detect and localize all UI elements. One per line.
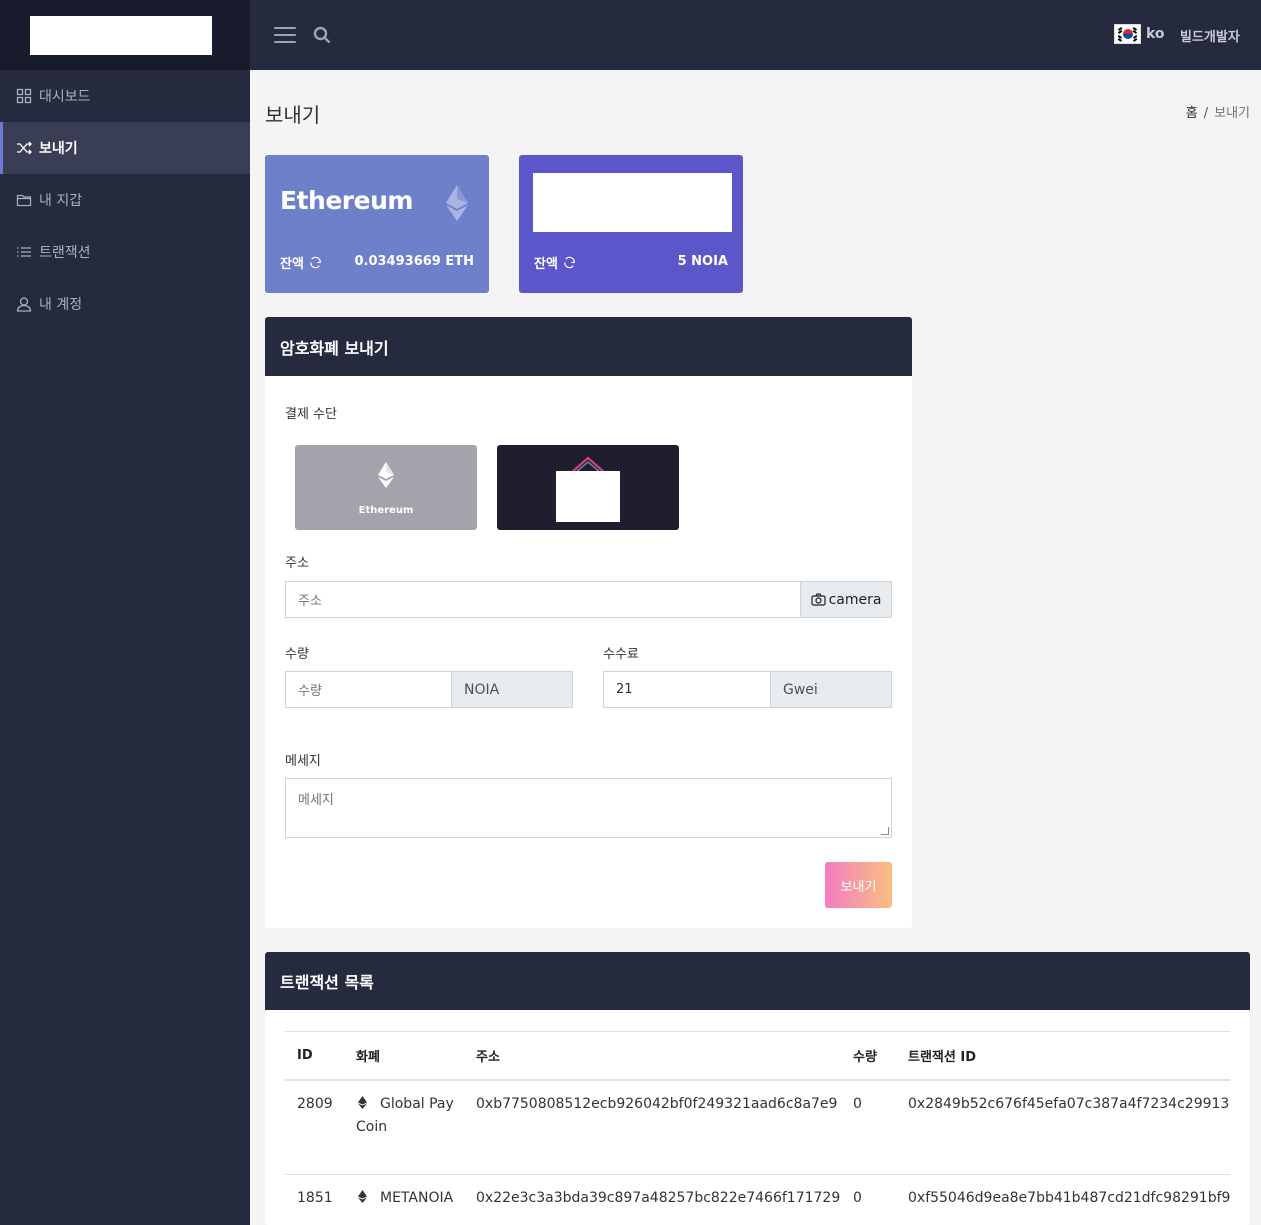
send-button[interactable]: 보내기 (825, 862, 892, 908)
cell-amount: 0 (841, 1079, 896, 1175)
ethereum-icon (446, 185, 468, 221)
sidebar-item-send[interactable]: 보내기 (0, 122, 250, 174)
cell-address: 0x22e3c3a3bda39c897a48257bc822e7466f1717… (464, 1174, 841, 1225)
breadcrumb-current: 보내기 (1214, 106, 1250, 121)
folder-icon (16, 192, 32, 208)
logo-area (0, 0, 250, 70)
sidebar-item-account[interactable]: 내 계정 (0, 278, 250, 330)
coin-name: METANOIA (380, 1190, 454, 1206)
sidebar-item-dashboard[interactable]: 대시보드 (0, 70, 250, 122)
message-textarea[interactable]: 메세지 (285, 778, 892, 838)
coin-name: Global Pay Coin (356, 1095, 454, 1135)
message-placeholder: 메세지 (298, 793, 334, 808)
balance-label: 잔액 (534, 253, 576, 272)
coin-name: Ethereum (280, 186, 413, 215)
cell-id: 2809 (285, 1079, 344, 1175)
amount-unit: NOIA (451, 671, 573, 708)
camera-button[interactable]: camera (800, 581, 892, 618)
noia-logo (533, 173, 732, 232)
address-label: 주소 (285, 556, 309, 571)
korea-flag-icon (1114, 24, 1141, 44)
balance-label-text: 잔액 (534, 257, 558, 272)
fee-input[interactable]: 21 (603, 671, 771, 708)
sidebar-item-label: 대시보드 (39, 89, 91, 105)
cell-txid[interactable]: 0xf55046d9ea8e7bb41b487cd21dfc98291bf94 (896, 1174, 1230, 1225)
payment-method-eth[interactable]: Ethereum (295, 445, 477, 530)
cell-coin: METANOIA (344, 1174, 464, 1225)
cell-coin: Global Pay Coin (344, 1079, 464, 1175)
ethereum-icon (378, 462, 394, 488)
panel-title: 트랜잭션 목록 (265, 952, 1250, 1010)
camera-label: camera (828, 591, 882, 608)
breadcrumb-home[interactable]: 홈 (1186, 106, 1198, 121)
transactions-table: ID 화폐 주소 수량 트랜잭션 ID 2809 Global Pay Coin… (285, 1031, 1230, 1225)
sidebar-item-label: 보내기 (39, 141, 78, 157)
language-selector[interactable]: ko (1114, 24, 1165, 44)
table-row[interactable]: 1851 METANOIA 0x22e3c3a3bda39c897a48257b… (285, 1174, 1230, 1225)
noia-logo (556, 471, 620, 522)
breadcrumb: 홈 / 보내기 (1185, 106, 1250, 121)
transactions-panel: 트랜잭션 목록 ID 화폐 주소 수량 트랜잭션 ID 2809 Global … (265, 952, 1250, 1225)
page-title: 보내기 (265, 103, 321, 127)
noia-balance-card: 잔액 5 NOIA (519, 155, 743, 293)
balance-value: 5 NOIA (677, 254, 728, 269)
ethereum-icon (358, 1095, 367, 1109)
col-amount[interactable]: 수량 (841, 1031, 896, 1081)
method-name: Ethereum (358, 505, 414, 516)
col-coin[interactable]: 화폐 (344, 1031, 464, 1081)
amount-label: 수량 (285, 647, 309, 662)
shuffle-icon (16, 140, 32, 156)
send-panel: 암호화폐 보내기 결제 수단 Ethereum 주소 주소 camera 수량 … (265, 317, 912, 928)
sidebar-item-wallet[interactable]: 내 지갑 (0, 174, 250, 226)
ethereum-icon (358, 1190, 367, 1203)
eth-balance-card: Ethereum 잔액 0.03493669 ETH (265, 155, 489, 293)
grid-icon (16, 88, 32, 104)
camera-icon (810, 593, 826, 606)
fee-unit: Gwei (770, 671, 892, 708)
cell-address: 0xb7750808512ecb926042bf0f249321aad6c8a7… (464, 1079, 841, 1175)
message-label: 메세지 (285, 754, 321, 769)
list-icon (16, 244, 32, 260)
payment-method-label: 결제 수단 (285, 407, 337, 422)
amount-input[interactable]: 수량 (285, 671, 452, 708)
resize-handle[interactable] (881, 827, 889, 835)
payment-method-noia[interactable] (497, 445, 679, 530)
user-icon (16, 296, 32, 312)
cell-amount: 0 (841, 1174, 896, 1225)
fee-label: 수수료 (603, 647, 639, 662)
language-code: ko (1146, 26, 1165, 42)
address-input[interactable]: 주소 (285, 581, 801, 618)
table-row[interactable]: 2809 Global Pay Coin 0xb7750808512ecb926… (285, 1079, 1230, 1175)
search-icon[interactable] (313, 26, 331, 44)
sidebar: 대시보드 보내기 내 지갑 트랜잭션 내 계정 (0, 0, 250, 1225)
sidebar-item-transactions[interactable]: 트랜잭션 (0, 226, 250, 278)
cell-id: 1851 (285, 1174, 344, 1225)
menu-icon[interactable] (274, 27, 296, 44)
logo[interactable] (30, 16, 212, 55)
cell-txid[interactable]: 0x2849b52c676f45efa07c387a4f7234c29913d (896, 1079, 1230, 1175)
col-txid[interactable]: 트랜잭션 ID (896, 1031, 1230, 1081)
balance-label: 잔액 (280, 253, 322, 272)
sidebar-item-label: 내 계정 (39, 297, 83, 313)
refresh-icon[interactable] (563, 256, 576, 269)
table-header-row: ID 화폐 주소 수량 트랜잭션 ID (285, 1031, 1230, 1081)
topbar: ko 빌드개발자 (250, 0, 1261, 70)
user-menu[interactable]: 빌드개발자 (1180, 26, 1240, 45)
balance-value: 0.03493669 ETH (354, 254, 474, 269)
refresh-icon[interactable] (309, 256, 322, 269)
sidebar-item-label: 내 지갑 (39, 193, 83, 209)
panel-title: 암호화폐 보내기 (265, 317, 912, 376)
sidebar-item-label: 트랜잭션 (39, 245, 91, 261)
balance-label-text: 잔액 (280, 257, 304, 272)
col-address[interactable]: 주소 (464, 1031, 841, 1081)
col-id[interactable]: ID (285, 1031, 344, 1081)
